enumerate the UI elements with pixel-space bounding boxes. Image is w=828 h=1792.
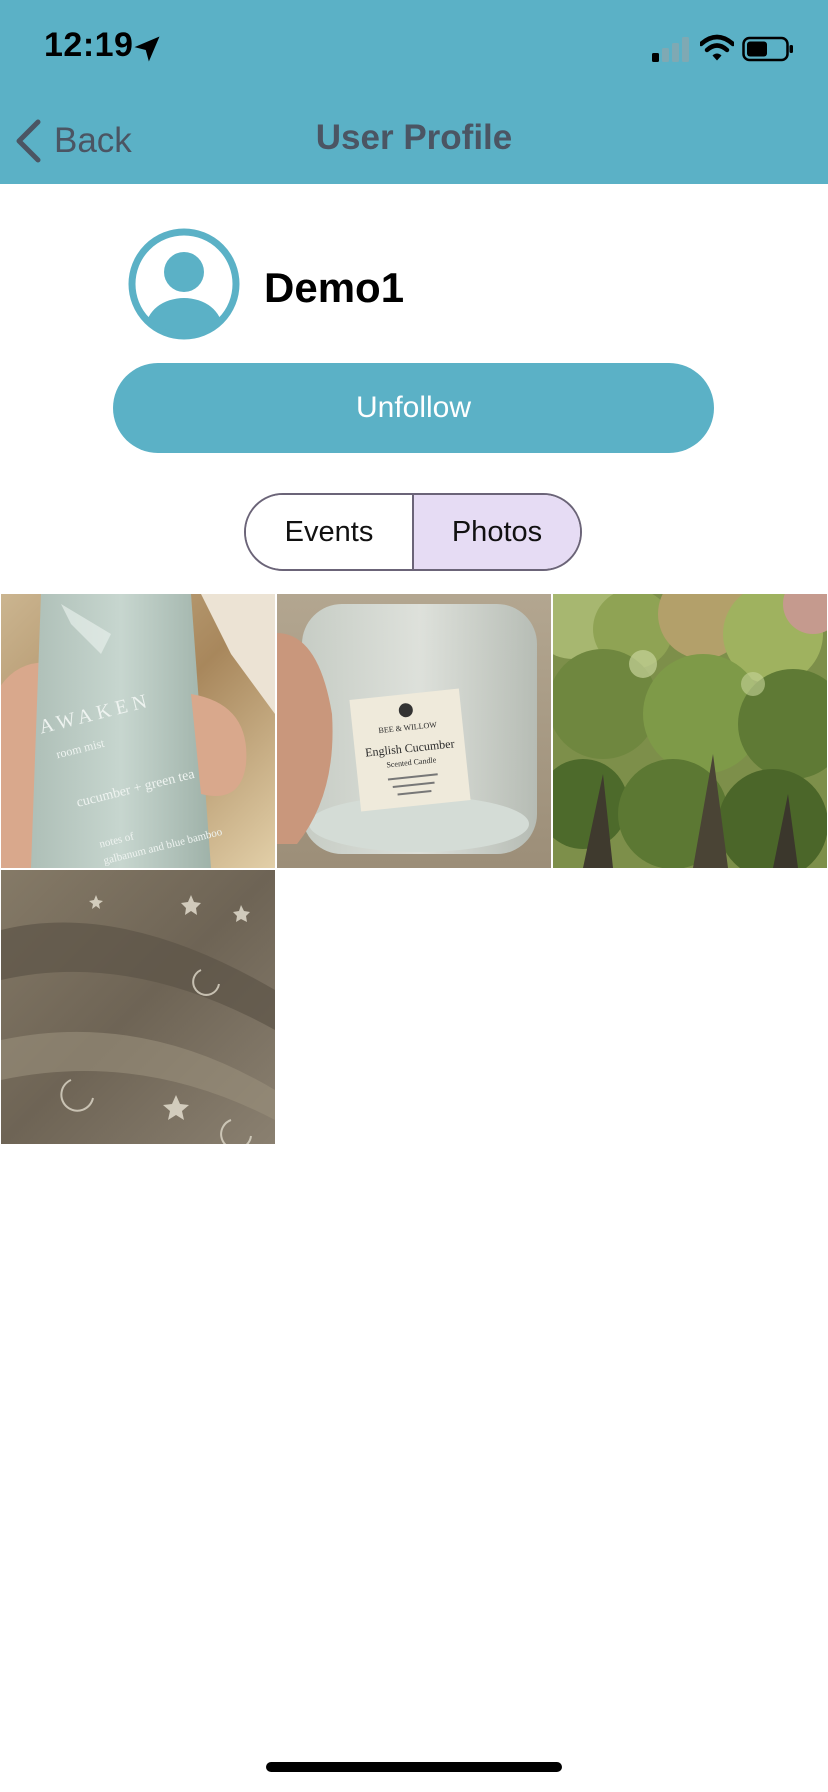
tab-events[interactable]: Events [246,495,414,569]
battery-icon [742,36,793,62]
wifi-icon [700,34,734,61]
unfollow-button[interactable]: Unfollow [113,363,714,453]
photo-thumbnail[interactable] [553,594,827,868]
photo-tree-canopy [553,594,827,868]
photo-thumbnail[interactable]: BEE & WILLOW English Cucumber Scented Ca… [277,594,551,868]
photo-fabric-moons [1,870,275,1144]
photo-thumbnail[interactable]: AWAKEN room mist cucumber + green tea no… [1,594,275,868]
user-profile-screen: 12:19 Back User Profile Demo1 Unfollow E… [0,0,828,1792]
user-avatar-icon [128,228,240,340]
cellular-signal-icon [652,37,689,62]
tab-photos[interactable]: Photos [414,495,580,569]
photo-room-mist-bottle: AWAKEN room mist cucumber + green tea no… [1,594,275,868]
location-arrow-icon [134,36,160,62]
status-time: 12:19 [44,26,134,64]
home-indicator[interactable] [266,1762,562,1772]
photo-candle-jar: BEE & WILLOW English Cucumber Scented Ca… [277,594,551,868]
page-title: User Profile [315,118,513,157]
username: Demo1 [264,264,405,311]
header: 12:19 Back User Profile [0,0,828,184]
profile-tabs: Events Photos [244,493,582,571]
photo-thumbnail[interactable] [1,870,275,1144]
